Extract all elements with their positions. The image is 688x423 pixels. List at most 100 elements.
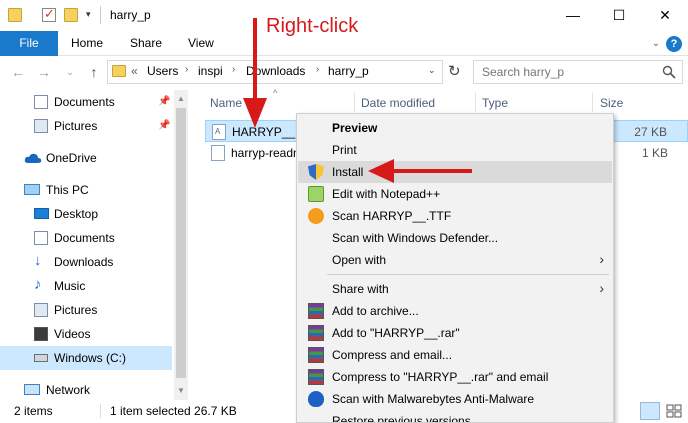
menu-item-preview[interactable]: Preview: [298, 117, 612, 139]
menu-item-label: Compress to "HARRYP__.rar" and email: [332, 370, 549, 384]
winrar-icon: [308, 369, 324, 385]
nav-item-windows-c[interactable]: Windows (C:): [0, 346, 172, 370]
pictures-icon: [34, 119, 48, 133]
maximize-button[interactable]: ☐: [596, 0, 642, 31]
breadcrumb-inspi[interactable]: inspi: [198, 64, 223, 78]
documents-icon: [34, 231, 48, 245]
text-file-icon: [211, 145, 225, 161]
nav-item-label: Documents: [54, 231, 115, 245]
search-input[interactable]: [482, 65, 652, 79]
pin-icon[interactable]: 📌: [158, 120, 170, 131]
search-icon[interactable]: [662, 65, 676, 79]
expand-ribbon-icon[interactable]: ⌄: [648, 31, 664, 56]
column-divider[interactable]: [592, 92, 593, 112]
menu-item-label: Preview: [332, 121, 378, 135]
menu-item-edit-notepad[interactable]: Edit with Notepad++: [298, 183, 612, 205]
menu-item-share-with[interactable]: Share with ›: [298, 278, 612, 300]
nav-item-label: Pictures: [54, 119, 98, 133]
nav-item-onedrive[interactable]: OneDrive: [0, 146, 172, 170]
sort-ascending-icon: ^: [273, 88, 278, 98]
file-name: harryp-readm: [231, 146, 304, 160]
nav-item-this-pc[interactable]: This PC: [0, 178, 172, 202]
nav-item-downloads[interactable]: ↓ Downloads: [0, 250, 172, 274]
file-tab[interactable]: File: [0, 31, 58, 56]
large-icons-view-icon[interactable]: [664, 402, 684, 420]
annotation-arrow-left: [368, 159, 472, 183]
column-header-name[interactable]: Name: [210, 96, 242, 110]
minimize-button[interactable]: —: [550, 0, 596, 31]
address-folder-icon: [112, 65, 126, 77]
nav-item-label: Videos: [54, 327, 91, 341]
tab-home[interactable]: Home: [71, 31, 103, 56]
forward-arrow-icon[interactable]: →: [34, 62, 54, 82]
recent-locations-icon[interactable]: ⌄: [60, 62, 80, 82]
avast-icon: [308, 208, 324, 224]
breadcrumb-overflow[interactable]: «: [131, 64, 138, 78]
nav-item-label: Network: [46, 383, 91, 397]
breadcrumb-users[interactable]: Users: [147, 64, 178, 78]
nav-item-label: Documents: [54, 95, 115, 109]
nav-item-label: OneDrive: [46, 151, 97, 165]
menu-item-malwarebytes[interactable]: Scan with Malwarebytes Anti-Malware: [298, 388, 612, 410]
menu-item-add-rar[interactable]: Add to "HARRYP__.rar": [298, 322, 612, 344]
submenu-arrow-icon: ›: [599, 251, 604, 267]
breadcrumb-harry-p[interactable]: harry_p: [328, 64, 369, 78]
column-divider[interactable]: [354, 92, 355, 112]
menu-item-label: Install: [332, 165, 364, 179]
nav-item-network[interactable]: Network: [0, 378, 172, 402]
nav-item-desktop[interactable]: Desktop: [0, 202, 172, 226]
column-divider[interactable]: [475, 92, 476, 112]
menu-item-compress-email[interactable]: Compress and email...: [298, 344, 612, 366]
file-size: 1 KB: [641, 146, 668, 160]
menu-item-label: Print: [332, 143, 357, 157]
search-box[interactable]: [473, 60, 683, 84]
menu-item-label: Restore previous versions: [332, 414, 471, 423]
help-icon[interactable]: ?: [666, 36, 682, 52]
back-arrow-icon[interactable]: ←: [8, 62, 28, 82]
menu-item-label: Edit with Notepad++: [332, 187, 441, 201]
tab-share[interactable]: Share: [130, 31, 162, 56]
status-divider: [100, 404, 101, 418]
menu-item-label: Add to "HARRYP__.rar": [332, 326, 460, 340]
breadcrumb-chevron-icon[interactable]: ›: [316, 64, 319, 75]
properties-icon[interactable]: [42, 6, 56, 22]
menu-item-restore-versions[interactable]: Restore previous versions: [298, 410, 612, 423]
close-button[interactable]: ✕: [642, 0, 688, 31]
menu-item-open-with[interactable]: Open with ›: [298, 249, 612, 271]
menu-item-compress-rar-email[interactable]: Compress to "HARRYP__.rar" and email: [298, 366, 612, 388]
pin-icon[interactable]: 📌: [158, 96, 170, 107]
menu-item-label: Open with: [332, 253, 387, 267]
nav-item-pictures[interactable]: Pictures: [0, 298, 172, 322]
scroll-down-icon[interactable]: ▼: [174, 384, 188, 398]
nav-item-pictures-quick[interactable]: Pictures 📌: [0, 114, 172, 138]
this-pc-icon: [24, 184, 40, 195]
column-header-date[interactable]: Date modified: [361, 96, 435, 110]
pictures-icon: [34, 303, 48, 317]
address-dropdown-icon[interactable]: ⌄: [428, 65, 436, 76]
nav-item-videos[interactable]: Videos: [0, 322, 172, 346]
menu-item-label: Add to archive...: [332, 304, 419, 318]
nav-item-documents-quick[interactable]: Documents 📌: [0, 90, 172, 114]
winrar-icon: [308, 303, 324, 319]
column-header-size[interactable]: Size: [600, 96, 623, 110]
menu-item-scan-defender[interactable]: Scan with Windows Defender...: [298, 227, 612, 249]
refresh-icon[interactable]: ↻: [448, 62, 461, 80]
breadcrumb-chevron-icon[interactable]: ›: [185, 64, 188, 75]
menu-item-add-archive[interactable]: Add to archive...: [298, 300, 612, 322]
nav-scrollbar-thumb[interactable]: [176, 108, 186, 378]
up-arrow-icon[interactable]: ↑: [84, 62, 104, 82]
nav-item-music[interactable]: ♪ Music: [0, 274, 172, 298]
selection-info: 1 item selected 26.7 KB: [110, 404, 237, 418]
tab-view[interactable]: View: [188, 31, 214, 56]
customize-qa-dropdown-icon[interactable]: ▾: [86, 9, 91, 20]
new-folder-icon[interactable]: [64, 8, 78, 22]
scroll-up-icon[interactable]: ▲: [174, 92, 188, 106]
menu-item-scan-avast[interactable]: Scan HARRYP__.TTF: [298, 205, 612, 227]
breadcrumb-chevron-icon[interactable]: ›: [232, 64, 235, 75]
nav-item-label: Pictures: [54, 303, 98, 317]
column-header-type[interactable]: Type: [482, 96, 508, 110]
details-view-icon[interactable]: [640, 402, 660, 420]
nav-item-documents[interactable]: Documents: [0, 226, 172, 250]
videos-icon: [34, 327, 48, 341]
uac-shield-icon: [308, 164, 324, 180]
